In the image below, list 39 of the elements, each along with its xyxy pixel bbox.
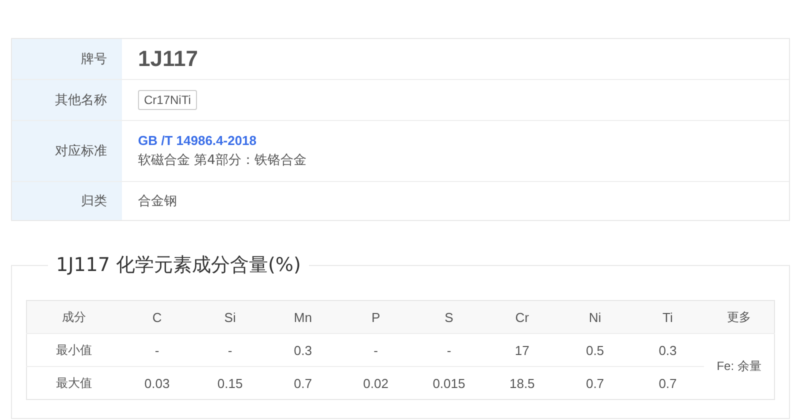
table-cell: 0.3: [631, 334, 704, 366]
column-header: Mn: [266, 300, 340, 334]
column-header: C: [120, 300, 194, 334]
composition-title: 1J117 化学元素成分含量(%): [55, 253, 302, 278]
row-label: 对应标准: [12, 121, 122, 181]
table-cell: -: [412, 334, 486, 366]
column-header: Si: [194, 300, 267, 334]
table-cell: -: [339, 334, 412, 366]
column-header: S: [412, 300, 486, 334]
column-header: 更多: [704, 300, 774, 334]
column-header: P: [339, 300, 412, 334]
table-cell: 0.5: [558, 334, 632, 366]
grade-value: 1J117: [138, 46, 199, 72]
row-header: 最大值: [26, 366, 121, 400]
table-cell: 0.7: [266, 366, 340, 400]
column-header: 成分: [26, 300, 121, 334]
table-cell: -: [194, 334, 267, 366]
column-header: Cr: [486, 300, 559, 334]
table-cell: 0.7: [558, 366, 632, 400]
standard-title: 软磁合金 第4部分：铁铬合金: [138, 152, 306, 169]
row-label: 归类: [12, 182, 122, 220]
table-cell: -: [120, 334, 194, 366]
table-cell: 0.03: [120, 366, 194, 400]
more-cell: Fe: 余量: [704, 334, 774, 400]
category-value: 合金钢: [138, 193, 177, 210]
table-cell: 17: [486, 334, 559, 366]
column-header: Ni: [558, 300, 632, 334]
table-cell: 0.015: [412, 366, 486, 400]
column-header: Ti: [631, 300, 704, 334]
table-cell: 0.3: [266, 334, 340, 366]
row-header: 最小值: [26, 334, 121, 366]
row-label: 牌号: [12, 39, 122, 79]
table-cell: 18.5: [486, 366, 559, 400]
table-cell: 0.15: [194, 366, 267, 400]
row-label: 其他名称: [12, 80, 122, 120]
standard-link[interactable]: GB /T 14986.4-2018: [138, 133, 257, 148]
alias-tag: Cr17NiTi: [138, 90, 197, 110]
table-cell: 0.7: [631, 366, 704, 400]
table-cell: 0.02: [339, 366, 412, 400]
